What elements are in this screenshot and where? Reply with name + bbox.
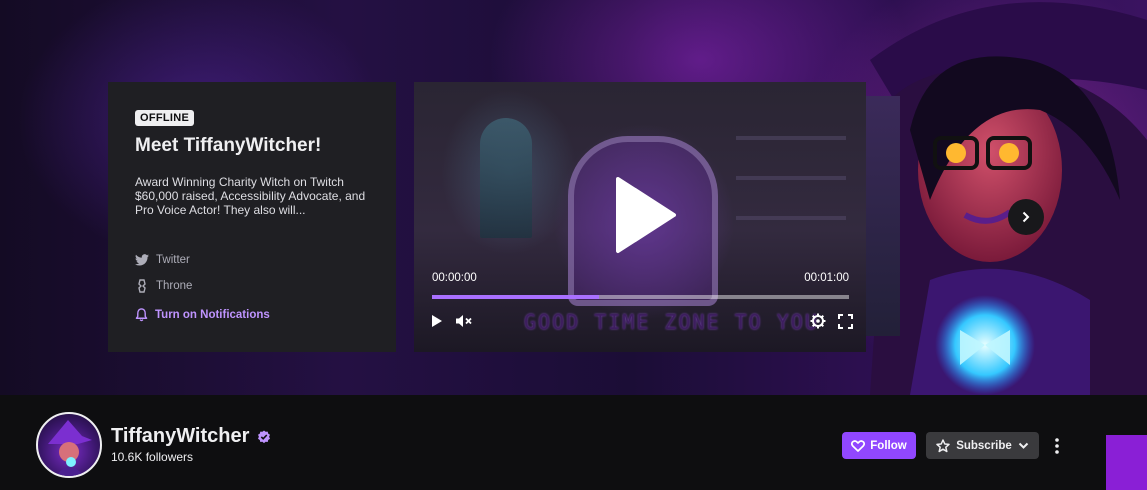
twitter-icon [135, 254, 149, 266]
social-link-label: Throne [156, 280, 193, 292]
fullscreen-button[interactable] [835, 311, 855, 331]
gear-icon [810, 313, 826, 329]
play-icon [432, 315, 442, 327]
throne-icon [138, 279, 146, 293]
follower-count: 10.6K followers [111, 450, 194, 464]
current-time: 00:00:00 [432, 272, 477, 284]
star-icon [936, 438, 950, 452]
seek-bar[interactable] [432, 295, 849, 299]
side-accent-panel [1106, 435, 1147, 490]
turn-on-notifications-link[interactable]: Turn on Notifications [135, 308, 270, 322]
heart-icon [851, 439, 866, 452]
bell-icon [135, 308, 148, 322]
mute-button[interactable] [454, 311, 474, 331]
banner-witch-artwork [870, 2, 1147, 395]
notifications-label: Turn on Notifications [155, 309, 270, 321]
channel-name[interactable]: TiffanyWitcher [111, 425, 249, 448]
seek-bar-progress [432, 295, 599, 299]
play-button[interactable] [427, 311, 447, 331]
social-links: Twitter Throne [135, 247, 192, 299]
video-caption-text: GOOD TIME ZONE TO YOU [524, 310, 819, 334]
social-link-label: Twitter [156, 254, 190, 266]
verified-badge-icon [258, 430, 270, 444]
fullscreen-icon [837, 313, 853, 329]
social-link-twitter[interactable]: Twitter [135, 247, 192, 273]
chevron-down-icon [1018, 442, 1029, 449]
channel-description: Award Winning Charity Witch on Twitch $6… [135, 175, 366, 217]
social-link-throne[interactable]: Throne [135, 273, 192, 299]
chevron-right-icon [1022, 211, 1030, 223]
follow-label: Follow [870, 439, 907, 452]
subscribe-button[interactable]: Subscribe [926, 432, 1039, 459]
vertical-ellipsis-icon [1055, 438, 1059, 454]
duration-time: 00:01:00 [804, 272, 849, 284]
more-options-button[interactable] [1048, 434, 1066, 458]
volume-muted-icon [456, 315, 472, 327]
big-play-icon[interactable] [614, 175, 678, 255]
video-scene-window [480, 118, 532, 238]
subscribe-label: Subscribe [956, 439, 1012, 452]
avatar[interactable] [36, 412, 102, 478]
avatar-image [48, 420, 92, 476]
follow-button[interactable]: Follow [842, 432, 916, 459]
offline-info-card: OFFLINE Meet TiffanyWitcher! Award Winni… [108, 82, 396, 352]
settings-button[interactable] [808, 311, 828, 331]
video-player[interactable]: 00:00:00 00:01:00 GOOD TIME ZONE TO YOU [414, 82, 866, 352]
info-card-title: Meet TiffanyWitcher! [135, 135, 322, 156]
carousel-next-button[interactable] [1008, 199, 1044, 235]
carousel-side-thumbnail[interactable] [866, 96, 900, 336]
channel-header-bar: TiffanyWitcher 10.6K followers Follow Su… [0, 395, 1106, 490]
offline-badge: OFFLINE [135, 110, 195, 126]
video-scene-shelf [736, 100, 846, 250]
